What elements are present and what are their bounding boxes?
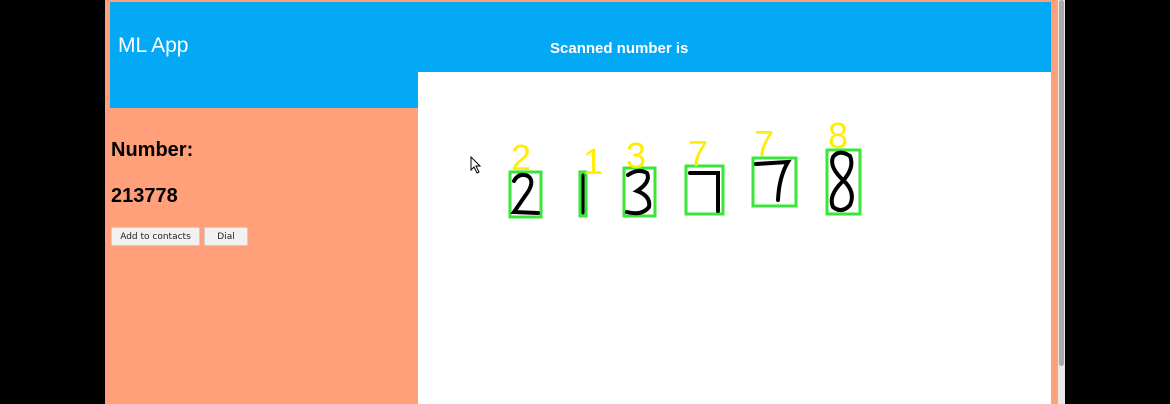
scrollbar-thumb[interactable] (1059, 0, 1064, 366)
dial-button[interactable]: Dial (204, 227, 248, 246)
digit-box-6: 8 (825, 115, 862, 216)
digit-box-1: 2 (508, 137, 543, 219)
canvas-drawing: 2 1 3 7 7 8 (508, 115, 862, 219)
digit-stroke (829, 150, 854, 212)
digit-box-2: 1 (578, 141, 603, 218)
add-to-contacts-button[interactable]: Add to contacts (111, 227, 200, 246)
prediction-label: 7 (754, 123, 774, 164)
digit-box-5: 7 (751, 123, 798, 208)
prediction-label: 2 (511, 137, 531, 178)
digit-box-3: 3 (622, 135, 657, 218)
prediction-label: 7 (688, 133, 708, 174)
prediction-label: 3 (626, 135, 646, 176)
prediction-label: 1 (583, 141, 603, 182)
digit-stroke (754, 159, 792, 202)
digit-box-4: 7 (684, 133, 725, 216)
prediction-label: 8 (828, 115, 848, 156)
canvas-title: Scanned number is (550, 40, 689, 57)
number-label: Number: (111, 139, 194, 161)
digit-stroke (688, 171, 720, 213)
app-title: ML App (118, 34, 189, 57)
digit-stroke (625, 168, 652, 216)
digit-stroke (510, 172, 540, 215)
drawing-canvas[interactable]: 2 1 3 7 7 8 (418, 72, 1051, 404)
app-page: ML App Scanned number is Number: 213778 … (105, 0, 1058, 404)
number-value: 213778 (111, 185, 178, 207)
mouse-cursor-icon (470, 156, 482, 174)
vertical-scrollbar[interactable] (1058, 0, 1065, 404)
